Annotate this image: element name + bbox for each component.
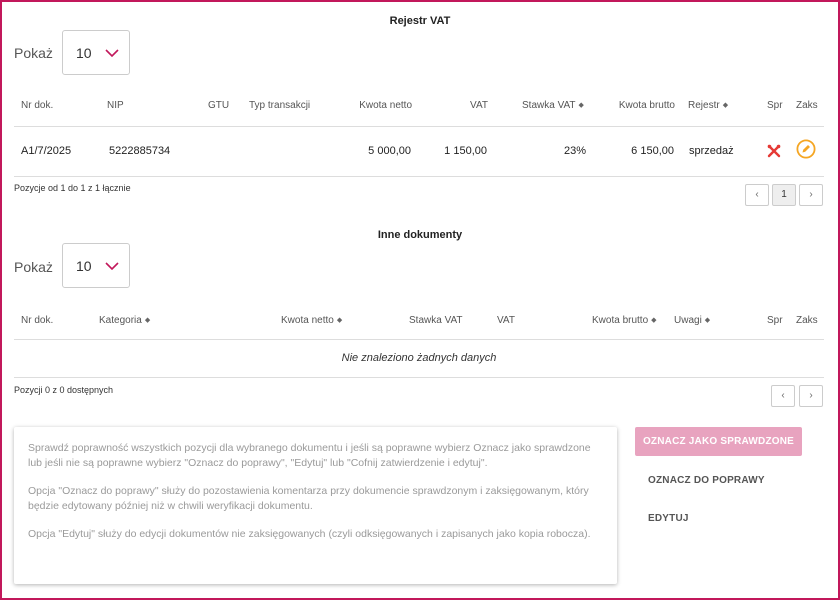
- col-vat: VAT: [470, 100, 488, 111]
- chevron-down-icon: [105, 49, 119, 57]
- other-page-size-label: Pokaż: [14, 259, 53, 275]
- cell-kwota-netto: 5 000,00: [368, 145, 411, 157]
- instructions-paragraph: Opcja "Oznacz do poprawy" służy do pozos…: [28, 485, 589, 512]
- col-stawka-vat: Stawka VAT: [522, 100, 576, 111]
- divider: [14, 126, 824, 127]
- edit-button[interactable]: EDYTUJ: [648, 513, 689, 524]
- instructions-paragraph: Sprawdź poprawność wszystkich pozycji dl…: [28, 442, 591, 469]
- vat-page-size-value: 10: [76, 45, 92, 61]
- pagination-page-1[interactable]: 1: [772, 184, 796, 206]
- pagination-prev-button[interactable]: ‹: [771, 385, 795, 407]
- col-stawka-vat: Stawka VAT: [409, 315, 463, 326]
- col-zaks: Zaks: [796, 315, 818, 326]
- col-nip: NIP: [107, 100, 124, 111]
- col-spr: Spr: [767, 100, 783, 111]
- cell-rejestr: sprzedaż: [689, 145, 734, 157]
- cell-nr-dok: A1/7/2025: [21, 145, 72, 157]
- sort-icon[interactable]: ◆: [705, 316, 710, 324]
- pagination-next-button[interactable]: ›: [799, 385, 823, 407]
- sort-icon[interactable]: ◆: [579, 101, 584, 109]
- col-kwota-netto: Kwota netto: [359, 100, 412, 111]
- col-kategoria: Kategoria: [99, 315, 142, 326]
- other-section-title: Inne dokumenty: [377, 229, 463, 241]
- mark-checked-button[interactable]: OZNACZ JAKO SPRAWDZONE: [635, 427, 802, 456]
- vat-section-title: Rejestr VAT: [389, 15, 451, 27]
- col-kategoria-header[interactable]: Kategoria ◆: [99, 315, 150, 326]
- col-spr: Spr: [767, 315, 783, 326]
- vat-page-size-label: Pokaż: [14, 45, 53, 61]
- col-uwagi: Uwagi: [674, 315, 702, 326]
- divider: [14, 176, 824, 177]
- sort-icon[interactable]: ◆: [145, 316, 150, 324]
- pagination-next-button[interactable]: ›: [799, 184, 823, 206]
- col-typ-transakcji: Typ transakcji: [249, 100, 311, 111]
- sort-icon[interactable]: ◆: [723, 101, 728, 109]
- divider: [14, 339, 824, 340]
- col-kwota-netto: Kwota netto: [281, 315, 334, 326]
- vat-page-size-select[interactable]: 10: [62, 30, 130, 75]
- other-table-info: Pozycji 0 z 0 dostępnych: [14, 385, 114, 395]
- col-rejestr-header[interactable]: Rejestr ◆: [688, 100, 728, 111]
- col-stawka-vat-header[interactable]: Stawka VAT ◆: [522, 100, 584, 111]
- mark-for-fix-button[interactable]: OZNACZ DO POPRAWY: [648, 475, 765, 486]
- col-uwagi-header[interactable]: Uwagi ◆: [674, 315, 710, 326]
- vat-table-info: Pozycje od 1 do 1 z 1 łącznie: [14, 183, 131, 193]
- col-kwota-brutto: Kwota brutto: [592, 315, 649, 326]
- instructions-paragraph: Opcja "Edytuj" służy do edycji dokumentó…: [28, 528, 591, 540]
- col-zaks: Zaks: [796, 100, 818, 111]
- cell-nip: 5222885734: [109, 145, 171, 157]
- empty-table-message: Nie znaleziono żadnych danych: [341, 352, 497, 364]
- sort-icon[interactable]: ◆: [337, 316, 342, 324]
- col-kwota-netto-header[interactable]: Kwota netto ◆: [281, 315, 342, 326]
- col-gtu: GTU: [208, 100, 230, 111]
- tools-cross-icon[interactable]: [767, 144, 781, 158]
- cell-stawka-vat: 23%: [563, 145, 586, 157]
- cell-vat: 1 150,00: [444, 145, 487, 157]
- col-vat: VAT: [497, 315, 515, 326]
- other-page-size-select[interactable]: 10: [62, 243, 130, 288]
- col-nr-dok: Nr dok.: [21, 315, 54, 326]
- instructions-panel: Sprawdź poprawność wszystkich pozycji dl…: [14, 427, 617, 584]
- pencil-circle-icon[interactable]: [796, 139, 816, 159]
- pagination-prev-button[interactable]: ‹: [745, 184, 769, 206]
- cell-kwota-brutto: 6 150,00: [631, 145, 674, 157]
- col-nr-dok: Nr dok.: [21, 100, 54, 111]
- chevron-down-icon: [105, 262, 119, 270]
- other-page-size-value: 10: [76, 258, 92, 274]
- col-kwota-brutto-header[interactable]: Kwota brutto ◆: [592, 315, 657, 326]
- col-rejestr: Rejestr: [688, 100, 720, 111]
- sort-icon[interactable]: ◆: [651, 316, 656, 324]
- divider: [14, 377, 824, 378]
- col-kwota-brutto: Kwota brutto: [618, 100, 675, 111]
